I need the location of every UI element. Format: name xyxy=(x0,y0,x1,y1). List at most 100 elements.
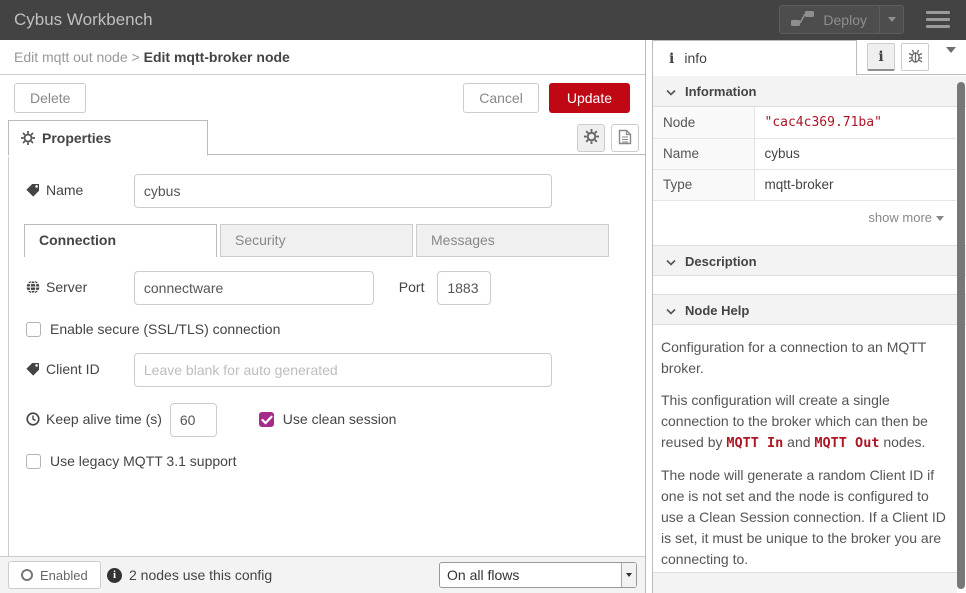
section-title: Description xyxy=(685,254,757,269)
delete-button[interactable]: Delete xyxy=(14,83,86,113)
sidebar-scrollbar[interactable] xyxy=(957,82,965,589)
gear-icon xyxy=(21,123,35,157)
globe-icon xyxy=(26,280,40,297)
debug-panel-button[interactable] xyxy=(901,43,929,71)
chevron-down-icon xyxy=(888,17,896,22)
tab-properties-label: Properties xyxy=(42,130,111,146)
scope-select-value: On all flows xyxy=(440,567,621,583)
client-id-field-row: Client ID xyxy=(26,353,645,387)
check-icon xyxy=(261,415,273,425)
dialog-left-border xyxy=(8,157,9,556)
top-bar: Cybus Workbench Deploy xyxy=(0,0,966,40)
chevron-down-icon xyxy=(666,296,676,327)
tag-icon xyxy=(26,183,40,200)
document-icon xyxy=(618,129,632,148)
help-paragraph: Configuration for a connection to an MQT… xyxy=(661,337,950,379)
tab-properties[interactable]: Properties xyxy=(8,120,208,156)
deploy-nodes-icon xyxy=(790,10,815,30)
legacy-mqtt-checkbox[interactable] xyxy=(26,454,41,469)
info-panel-button[interactable]: i xyxy=(867,43,895,71)
port-label: Port xyxy=(399,279,425,295)
tab-info[interactable]: iinfo xyxy=(653,40,857,76)
clean-session-group: Use clean session xyxy=(259,411,397,427)
connection-tab-bar: Connection Security Messages xyxy=(24,224,612,257)
clean-session-label: Use clean session xyxy=(283,411,397,427)
row-label: Type xyxy=(653,169,754,200)
show-more-link[interactable]: show more xyxy=(653,201,966,231)
tab-connection[interactable]: Connection xyxy=(24,224,217,257)
deploy-button-label: Deploy xyxy=(823,12,867,28)
enabled-label: Enabled xyxy=(40,568,88,583)
legacy-checkbox-row: Use legacy MQTT 3.1 support xyxy=(26,453,645,469)
dialog-footer: Enabled i 2 nodes use this config On all… xyxy=(0,556,645,593)
ssl-checkbox[interactable] xyxy=(26,322,41,337)
chevron-down-icon xyxy=(936,216,944,221)
deploy-button[interactable]: Deploy xyxy=(779,5,904,34)
radio-circle-icon xyxy=(21,569,33,581)
server-field-row: Server Port xyxy=(26,271,645,305)
table-row-node: Node "cac4c369.71ba" xyxy=(653,107,956,138)
clock-icon xyxy=(26,412,40,429)
chevron-down-icon xyxy=(626,573,632,577)
edit-dialog-tray: Edit mqtt out node > Edit mqtt-broker no… xyxy=(0,40,646,593)
breadcrumb-parent[interactable]: Edit mqtt out node xyxy=(14,49,128,65)
row-value: mqtt-broker xyxy=(754,169,956,200)
info-icon: i xyxy=(669,51,674,67)
dialog-toolbar: Delete Cancel Update xyxy=(0,75,645,120)
usage-text: 2 nodes use this config xyxy=(129,557,272,593)
chevron-down-icon xyxy=(666,247,676,278)
section-node-help[interactable]: Node Help xyxy=(653,294,966,325)
breadcrumb-current: Edit mqtt-broker node xyxy=(144,49,290,65)
cancel-button[interactable]: Cancel xyxy=(463,83,539,113)
chevron-down-icon xyxy=(946,47,956,69)
keepalive-input[interactable] xyxy=(170,403,217,437)
server-input[interactable] xyxy=(134,271,374,305)
mqtt-out-code: MQTT Out xyxy=(814,435,879,451)
client-id-label: Client ID xyxy=(26,361,130,379)
name-field-row: Name xyxy=(26,174,645,208)
node-id-value: "cac4c369.71ba" xyxy=(765,115,882,130)
bug-icon xyxy=(908,48,923,67)
sidebar-options-button[interactable] xyxy=(946,53,956,69)
row-label: Node xyxy=(653,107,754,138)
row-value: cybus xyxy=(754,138,956,169)
breadcrumb: Edit mqtt out node > Edit mqtt-broker no… xyxy=(0,40,645,75)
info-circle-icon: i xyxy=(107,568,122,583)
tag-icon xyxy=(26,362,40,379)
tab-security[interactable]: Security xyxy=(220,224,413,257)
help-paragraph: This configuration will create a single … xyxy=(661,390,950,454)
update-button[interactable]: Update xyxy=(549,83,630,113)
node-settings-button[interactable] xyxy=(577,124,605,152)
name-label: Name xyxy=(26,182,130,200)
scope-select[interactable]: On all flows xyxy=(439,562,637,588)
usage-status: i 2 nodes use this config xyxy=(107,557,272,593)
ssl-label: Enable secure (SSL/TLS) connection xyxy=(50,321,280,337)
main-menu-icon[interactable] xyxy=(926,11,950,28)
help-paragraph: The node will generate a random Client I… xyxy=(661,465,950,570)
ssl-checkbox-row: Enable secure (SSL/TLS) connection xyxy=(26,321,645,337)
tab-info-label: info xyxy=(684,50,707,66)
row-label: Name xyxy=(653,138,754,169)
info-sidebar: iinfo i Information Node "cac4c369.71ba"… xyxy=(652,40,966,593)
gear-icon xyxy=(584,129,599,147)
section-information[interactable]: Information xyxy=(653,76,966,107)
section-description[interactable]: Description xyxy=(653,245,966,276)
tab-messages[interactable]: Messages xyxy=(416,224,609,257)
port-input[interactable] xyxy=(437,271,491,305)
select-arrow-button[interactable] xyxy=(621,563,636,587)
keepalive-label: Keep alive time (s) xyxy=(26,411,166,429)
node-help-body: Configuration for a connection to an MQT… xyxy=(653,325,966,570)
deploy-button-main[interactable]: Deploy xyxy=(780,6,879,33)
node-info-table: Node "cac4c369.71ba" Name cybus Type mqt… xyxy=(653,107,956,201)
legacy-mqtt-label: Use legacy MQTT 3.1 support xyxy=(50,453,236,469)
name-input[interactable] xyxy=(134,174,552,208)
enabled-toggle-button[interactable]: Enabled xyxy=(8,561,101,589)
next-section-partial xyxy=(653,572,957,593)
breadcrumb-separator: > xyxy=(128,49,144,65)
sidebar-tab-row: iinfo i xyxy=(653,40,966,75)
deploy-options-button[interactable] xyxy=(879,6,903,33)
clean-session-checkbox[interactable] xyxy=(259,412,274,427)
client-id-input[interactable] xyxy=(134,353,552,387)
chevron-down-icon xyxy=(666,77,676,108)
docs-button[interactable] xyxy=(611,124,639,152)
